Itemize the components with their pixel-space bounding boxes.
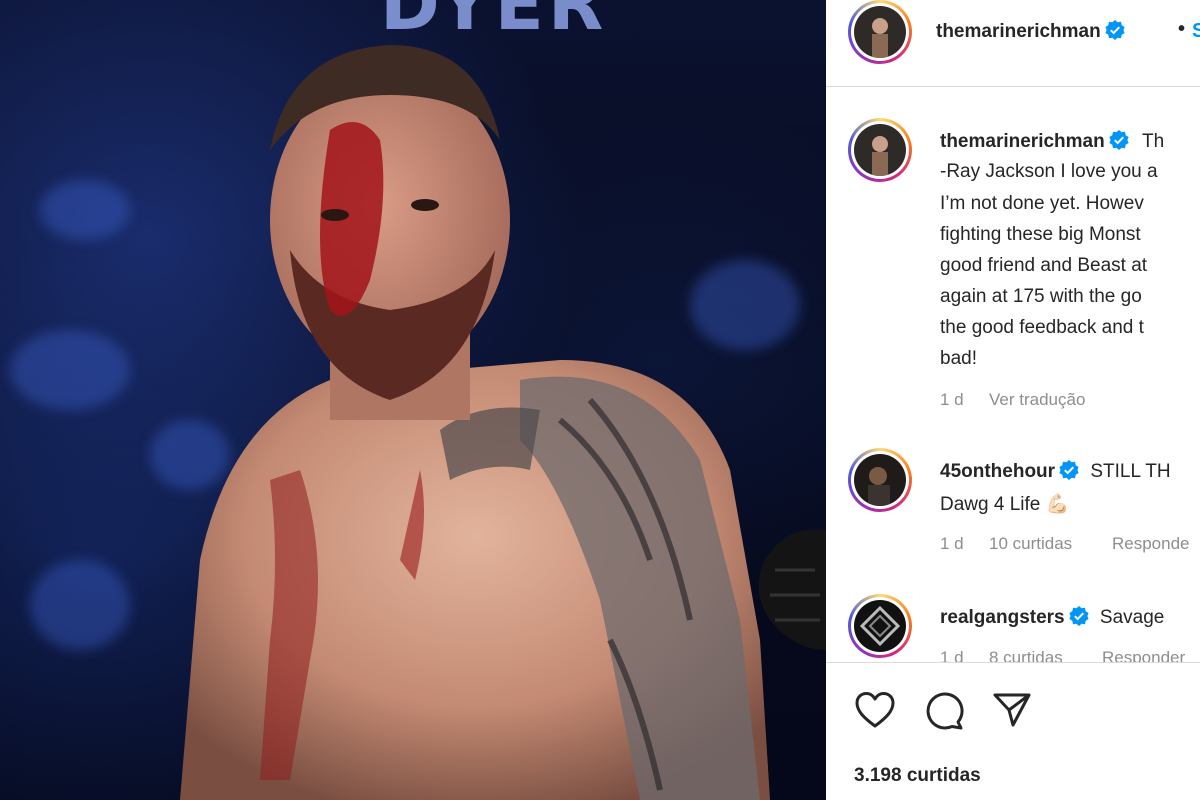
post-photo[interactable]: DYER [0, 0, 826, 800]
caption-text: fighting these big Monst [940, 224, 1141, 245]
share-icon[interactable] [992, 691, 1032, 729]
comment-author[interactable]: realgangsters [940, 607, 1065, 628]
post-sidebar: themarinerichman • S themarinerichman Th… [826, 0, 1200, 800]
comment-time[interactable]: 1 d [940, 534, 964, 554]
caption-text: good friend and Beast at [940, 255, 1148, 276]
verified-badge-icon [1105, 20, 1125, 40]
caption-text: bad! [940, 348, 977, 369]
translate-link[interactable]: Ver tradução [989, 390, 1085, 410]
avatar-image [854, 6, 906, 58]
caption-line: themarinerichman Th [940, 130, 1164, 153]
comment-author[interactable]: 45onthehour [940, 461, 1055, 482]
caption-author[interactable]: themarinerichman [940, 131, 1105, 152]
action-bar: 3.198 curtidas [826, 662, 1200, 800]
separator-dot: • [1178, 18, 1186, 40]
likes-count[interactable]: 3.198 curtidas [854, 765, 981, 787]
author-username[interactable]: themarinerichman [936, 20, 1125, 43]
fighter-figure [180, 45, 770, 800]
follow-button[interactable]: S [1192, 20, 1200, 43]
comment-text: STILL TH [1090, 461, 1171, 482]
glove-hand [758, 529, 826, 650]
comment-line: realgangsters Savage [940, 606, 1164, 629]
verified-badge-icon [1109, 130, 1129, 150]
comment-avatar[interactable] [848, 594, 912, 658]
avatar-image [854, 454, 906, 506]
comment-text: Savage [1099, 607, 1165, 628]
heart-icon[interactable] [854, 691, 896, 729]
caption-text: I’m not done yet. Howev [940, 193, 1144, 214]
comment-likes[interactable]: 10 curtidas [989, 534, 1072, 554]
verified-badge-icon [1069, 606, 1089, 626]
comment-text: Dawg 4 Life 💪🏻 [940, 494, 1070, 515]
caption-text: -Ray Jackson I love you a [940, 161, 1158, 182]
caption-text: the good feedback and t [940, 317, 1144, 338]
avatar-image [854, 124, 906, 176]
caption-author-avatar[interactable] [848, 118, 912, 182]
caption-time[interactable]: 1 d [940, 390, 964, 410]
verified-badge-icon [1059, 460, 1079, 480]
comment-avatar[interactable] [848, 448, 912, 512]
comment-icon[interactable] [922, 691, 964, 731]
comment-line: 45onthehour STILL TH [940, 460, 1171, 483]
avatar-image [854, 600, 906, 652]
caption-text: again at 175 with the go [940, 286, 1142, 307]
post-header: themarinerichman • S [826, 0, 1200, 87]
author-avatar[interactable] [848, 0, 912, 64]
reply-button[interactable]: Responde [1112, 534, 1190, 554]
caption-text: Th [1142, 131, 1165, 152]
